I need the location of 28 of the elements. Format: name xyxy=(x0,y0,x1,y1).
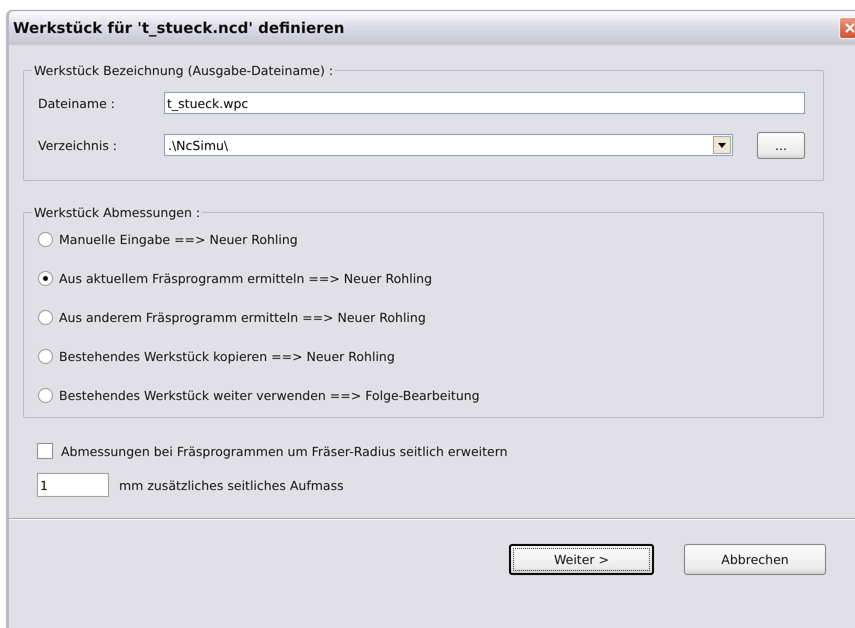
next-button[interactable]: Weiter > xyxy=(509,544,654,575)
close-button[interactable] xyxy=(839,17,855,39)
browse-button[interactable]: ... xyxy=(757,132,805,158)
radio-button[interactable] xyxy=(38,388,53,403)
dropdown-button[interactable] xyxy=(713,136,731,154)
radio-button[interactable] xyxy=(38,271,53,286)
option-label[interactable]: Manuelle Eingabe ==> Neuer Rohling xyxy=(59,232,298,247)
allowance-label: mm zusätzliches seitliches Aufmass xyxy=(119,478,344,492)
radio-button[interactable] xyxy=(38,349,53,364)
close-icon xyxy=(844,22,855,34)
group-title: Werkstück Bezeichnung (Ausgabe-Dateiname) : xyxy=(33,63,334,78)
checkbox-label[interactable]: Abmessungen bei Fräsprogrammen um Fräser-Radius seitlich erweitern xyxy=(61,444,508,458)
cancel-button[interactable]: Abbrechen xyxy=(684,544,826,575)
radio-button[interactable] xyxy=(38,310,53,325)
option-label[interactable]: Aus aktuellem Fräsprogramm ermitteln ==> Neuer Rohling xyxy=(59,271,432,286)
field-label: Dateiname : xyxy=(38,96,116,110)
option-label[interactable]: Aus anderem Fräsprogramm ermitteln ==> Neuer Rohling xyxy=(59,310,426,325)
option-label[interactable]: Bestehendes Werkstück weiter verwenden ==> Folge-Bearbeitung xyxy=(59,388,480,403)
directory-dropdown[interactable]: .\NcSimu\ xyxy=(164,134,733,156)
option-label[interactable]: Bestehendes Werkstück kopieren ==> Neuer Rohling xyxy=(59,349,395,364)
window-title: Werkstück für 't_stueck.ncd' definieren xyxy=(13,19,344,37)
radio-button[interactable] xyxy=(38,232,53,247)
caret-icon xyxy=(718,142,726,148)
checkbox[interactable] xyxy=(37,443,53,459)
field-label: Verzeichnis : xyxy=(38,138,118,152)
group-title: Werkstück Abmessungen : xyxy=(33,205,202,220)
allowance-field[interactable]: 1 xyxy=(37,473,109,497)
filename-field[interactable]: t_stueck.wpc xyxy=(164,92,805,114)
